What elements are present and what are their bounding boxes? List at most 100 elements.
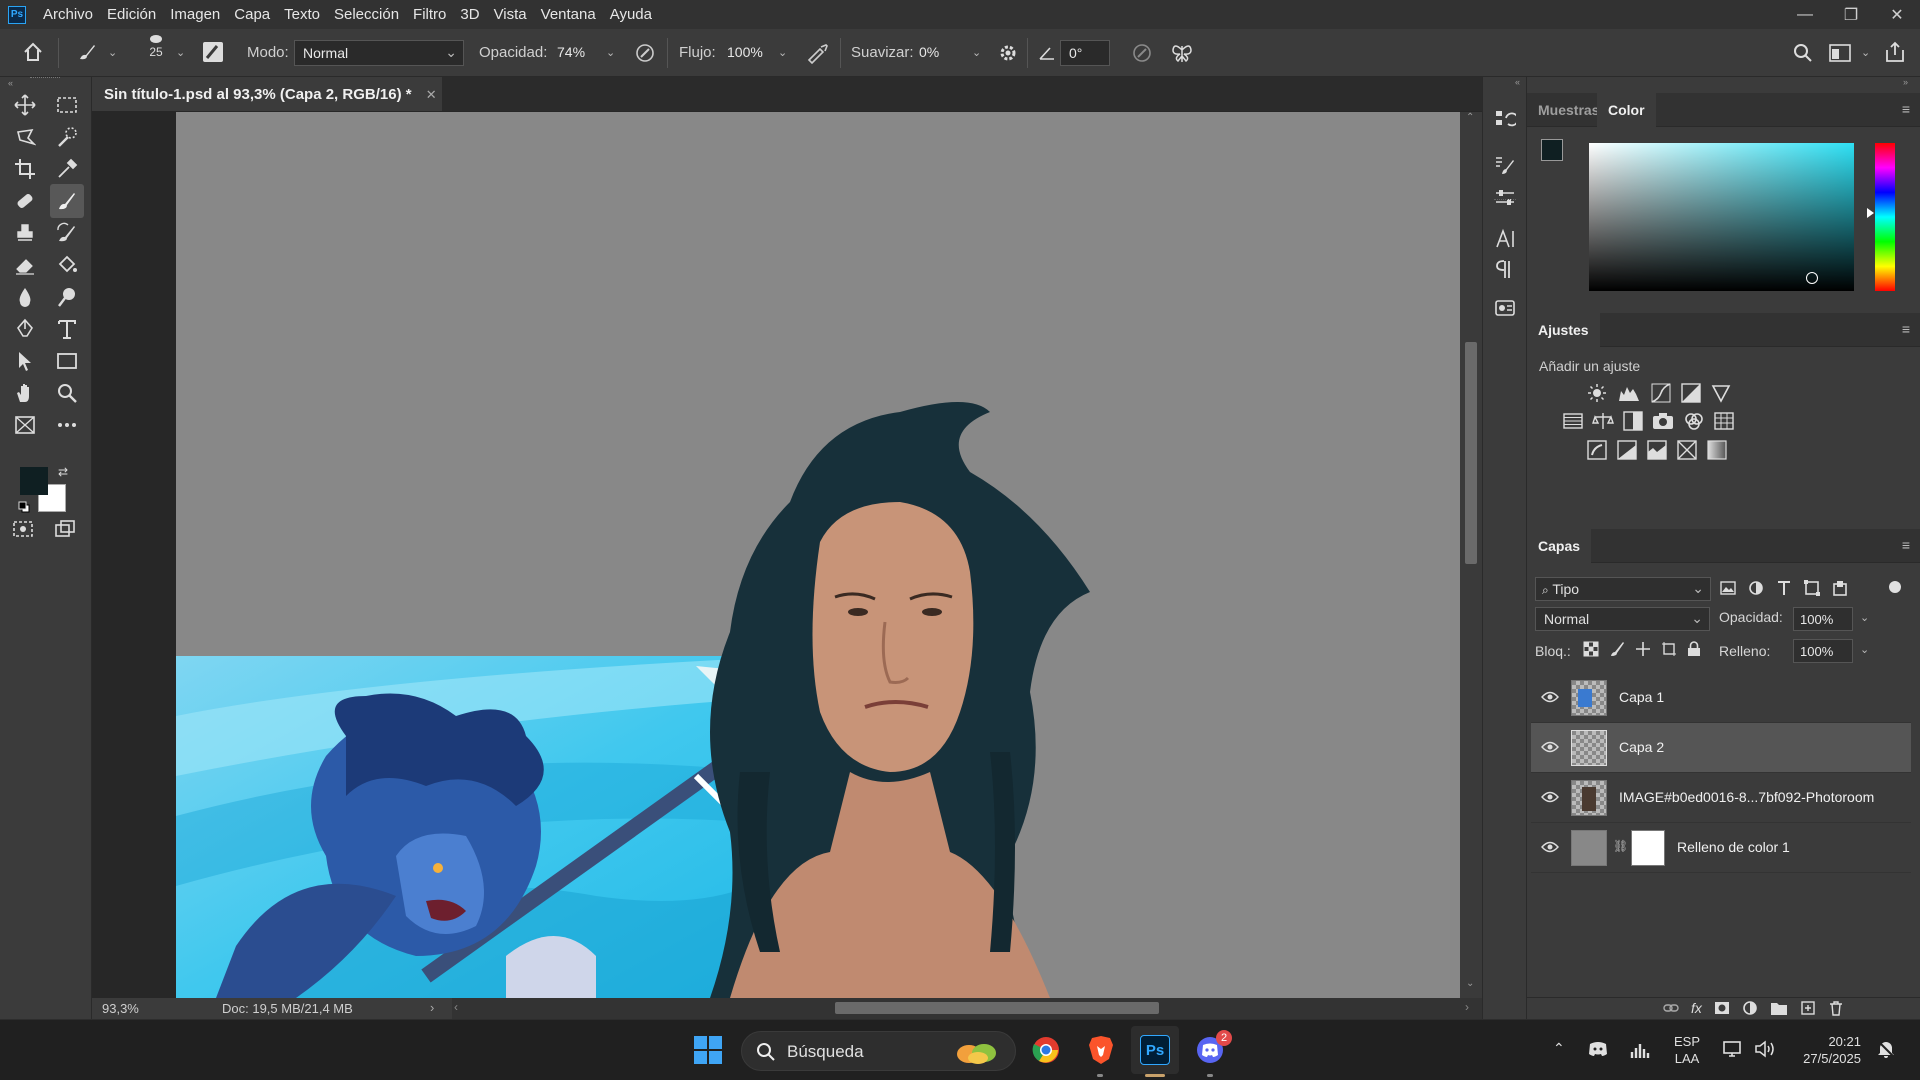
scroll-up-icon[interactable]: ⌃: [1466, 112, 1474, 123]
crop-tool-icon[interactable]: [10, 155, 40, 183]
clock[interactable]: 20:21 27/5/2025: [1795, 1033, 1861, 1067]
lock-transparent-pixels-icon[interactable]: [1583, 641, 1599, 657]
minimize-button[interactable]: —: [1782, 6, 1828, 24]
lock-image-pixels-icon[interactable]: [1609, 641, 1625, 657]
menu-imagen[interactable]: Imagen: [163, 6, 227, 23]
zoom-tool-icon[interactable]: [52, 379, 82, 407]
chevron-down-icon[interactable]: ⌄: [176, 46, 185, 59]
taskbar-search-box[interactable]: Búsqueda: [741, 1031, 1016, 1071]
new-layer-icon[interactable]: [1800, 1000, 1816, 1016]
menu-ayuda[interactable]: Ayuda: [603, 6, 659, 23]
layer-style-fx-icon[interactable]: fx: [1691, 1000, 1702, 1016]
delete-layer-icon[interactable]: [1828, 1000, 1844, 1016]
canvas[interactable]: [176, 112, 1460, 998]
chevron-down-icon[interactable]: ⌄: [1860, 611, 1869, 624]
menu-seleccion[interactable]: Selección: [327, 6, 406, 23]
history-panel-icon[interactable]: [1494, 108, 1516, 130]
color-balance-icon[interactable]: [1592, 411, 1614, 431]
hue-saturation-icon[interactable]: [1563, 411, 1583, 431]
discord-tray-icon[interactable]: [1587, 1040, 1609, 1058]
menu-vista[interactable]: Vista: [487, 6, 534, 23]
vertical-scroll-thumb[interactable]: [1465, 342, 1477, 564]
add-mask-icon[interactable]: [1714, 1000, 1730, 1016]
panel-menu-icon[interactable]: ≡: [1902, 321, 1910, 337]
eye-icon[interactable]: [1541, 840, 1559, 854]
close-tab-icon[interactable]: ✕: [426, 87, 437, 102]
brush-tool-icon[interactable]: [50, 184, 84, 218]
menu-edicion[interactable]: Edición: [100, 6, 163, 23]
tab-color[interactable]: Color: [1597, 93, 1656, 127]
menu-ventana[interactable]: Ventana: [534, 6, 603, 23]
black-white-icon[interactable]: [1623, 411, 1643, 431]
exposure-icon[interactable]: [1681, 383, 1701, 403]
tab-layers[interactable]: Capas: [1527, 529, 1592, 563]
zoom-level[interactable]: 93,3%: [102, 1001, 139, 1016]
menu-capa[interactable]: Capa: [227, 6, 277, 23]
clone-stamp-tool-icon[interactable]: [10, 219, 40, 247]
airbrush-icon[interactable]: [806, 42, 830, 64]
chrome-app-icon[interactable]: [1022, 1026, 1070, 1074]
eye-icon[interactable]: [1541, 690, 1559, 704]
pressure-size-icon[interactable]: [1131, 42, 1153, 64]
volume-icon[interactable]: [1754, 1040, 1776, 1058]
lock-all-icon[interactable]: [1687, 641, 1701, 657]
search-icon[interactable]: [1793, 43, 1813, 63]
brush-tool-icon[interactable]: [76, 41, 98, 63]
brush-settings-icon[interactable]: [203, 42, 223, 62]
photoshop-app-icon[interactable]: Ps: [1131, 1026, 1179, 1074]
chevron-down-icon[interactable]: ⌄: [108, 46, 117, 59]
marquee-tool-icon[interactable]: [52, 91, 82, 119]
layer-row-image-photoroom[interactable]: IMAGE#b0ed0016-8...7bf092-Photoroom: [1531, 773, 1911, 823]
workspace-icon[interactable]: [1829, 44, 1851, 62]
quick-mask-icon[interactable]: [8, 515, 38, 543]
chevron-down-icon[interactable]: ⌄: [1860, 643, 1869, 656]
filter-toggle-icon[interactable]: [1889, 581, 1901, 593]
share-icon[interactable]: [1885, 41, 1905, 63]
quick-selection-tool-icon[interactable]: [52, 123, 82, 151]
chevron-down-icon[interactable]: ⌄: [972, 46, 981, 59]
menu-3d[interactable]: 3D: [453, 6, 486, 23]
blur-tool-icon[interactable]: [10, 283, 40, 311]
link-layers-icon[interactable]: [1663, 1000, 1679, 1016]
expand-panels-icon[interactable]: «: [1515, 77, 1520, 87]
channel-mixer-icon[interactable]: [1683, 411, 1705, 431]
layer-row-relleno-de-color-1[interactable]: ⛓ Relleno de color 1: [1531, 823, 1911, 873]
lock-position-icon[interactable]: [1635, 641, 1651, 657]
paint-bucket-tool-icon[interactable]: [52, 251, 82, 279]
scroll-left-icon[interactable]: ‹: [454, 1000, 458, 1014]
libraries-panel-icon[interactable]: [1494, 297, 1516, 319]
filter-type-icon[interactable]: [1775, 579, 1793, 597]
selective-color-icon[interactable]: [1677, 440, 1697, 460]
path-selection-tool-icon[interactable]: [10, 347, 40, 375]
curves-icon[interactable]: [1651, 383, 1671, 403]
pressure-opacity-icon[interactable]: [634, 42, 656, 64]
character-panel-icon[interactable]: [1494, 228, 1516, 250]
opacity-input[interactable]: 74%: [549, 40, 601, 66]
gear-icon[interactable]: [998, 43, 1018, 63]
levels-icon[interactable]: [1617, 383, 1641, 403]
filter-smart-object-icon[interactable]: [1831, 579, 1849, 597]
new-adjustment-layer-icon[interactable]: [1742, 1000, 1758, 1016]
symmetry-butterfly-icon[interactable]: [1170, 42, 1194, 64]
move-tool-icon[interactable]: [10, 91, 40, 119]
photo-filter-icon[interactable]: [1652, 411, 1674, 431]
frame-tool-icon[interactable]: [10, 411, 40, 439]
eyedropper-tool-icon[interactable]: [52, 155, 82, 183]
color-lookup-icon[interactable]: [1714, 411, 1734, 431]
notifications-bell-icon[interactable]: [1876, 1039, 1896, 1059]
brightness-contrast-icon[interactable]: [1587, 383, 1607, 403]
eye-icon[interactable]: [1541, 790, 1559, 804]
restore-button[interactable]: ❐: [1828, 5, 1874, 25]
filter-shape-icon[interactable]: [1803, 579, 1821, 597]
adjustment-sliders-icon[interactable]: [1494, 187, 1516, 209]
eraser-tool-icon[interactable]: [10, 251, 40, 279]
scroll-down-icon[interactable]: ⌄: [1466, 978, 1474, 989]
windows-start-icon[interactable]: [684, 1026, 732, 1074]
layer-mask-thumbnail[interactable]: [1631, 830, 1665, 866]
layer-row-capa-1[interactable]: Capa 1: [1531, 673, 1911, 723]
threshold-icon[interactable]: [1647, 440, 1667, 460]
angle-input[interactable]: 0°: [1060, 40, 1110, 66]
layer-name[interactable]: Relleno de color 1: [1677, 839, 1790, 855]
eye-icon[interactable]: [1541, 740, 1559, 754]
pen-tool-icon[interactable]: [10, 315, 40, 343]
